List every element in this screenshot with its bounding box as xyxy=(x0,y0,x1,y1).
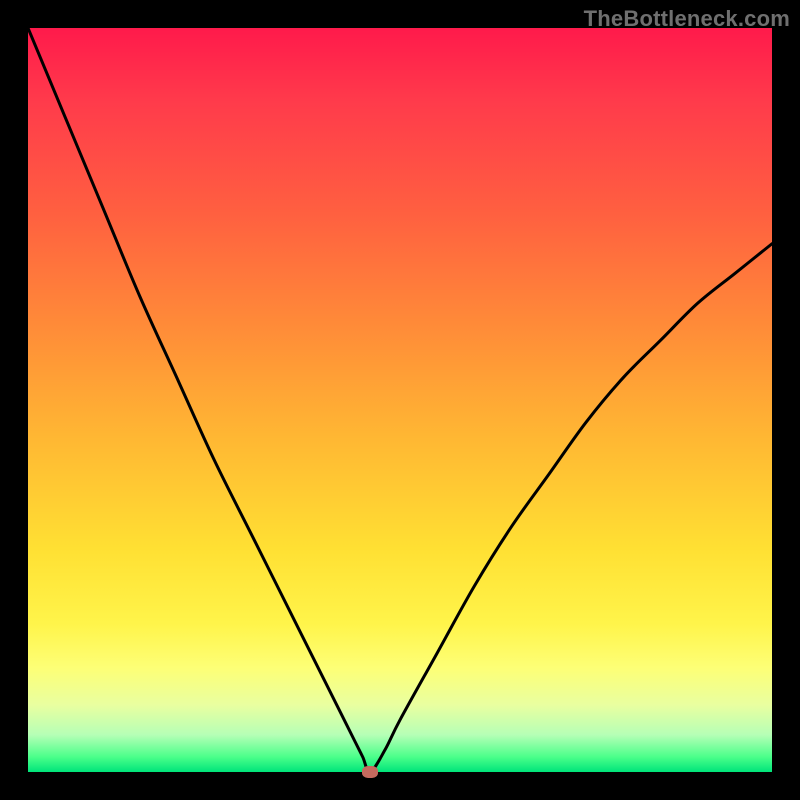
watermark-text: TheBottleneck.com xyxy=(584,6,790,32)
chart-plot-area xyxy=(28,28,772,772)
optimal-point-marker xyxy=(362,766,378,778)
chart-frame: TheBottleneck.com xyxy=(0,0,800,800)
bottleneck-curve xyxy=(28,28,772,772)
